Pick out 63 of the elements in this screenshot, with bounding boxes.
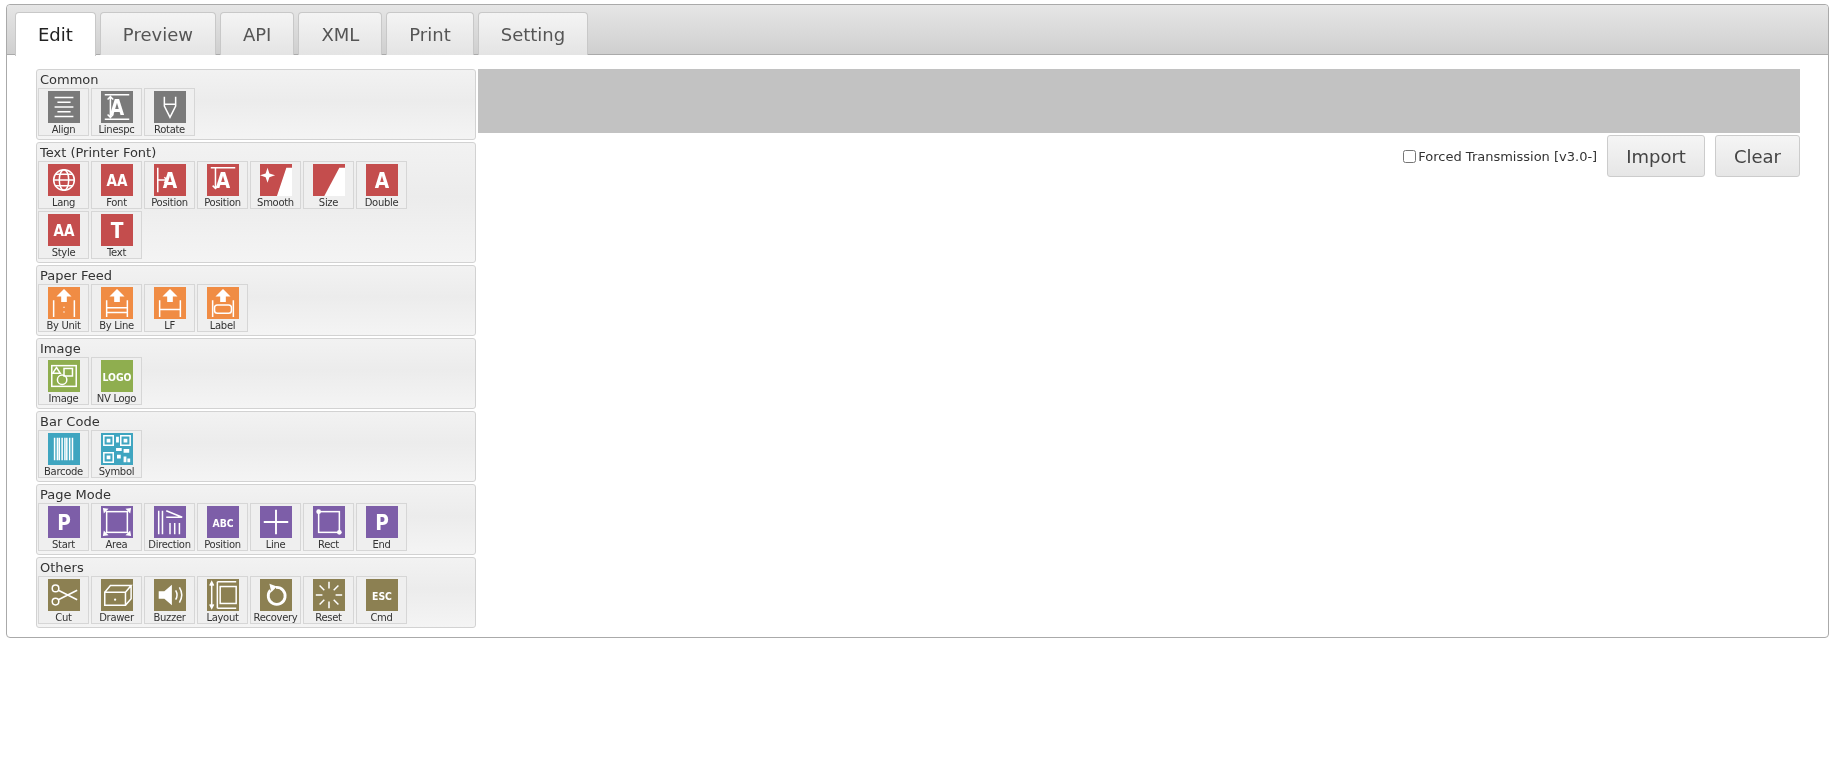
tool-button[interactable]: A Position [197,161,248,209]
tab[interactable]: Print [386,12,474,55]
tool-button[interactable]: Layout [197,576,248,624]
tool-button[interactable]: Line [250,503,301,551]
letter-icon: P [365,506,398,538]
tool-button[interactable]: A Position [144,161,195,209]
tool-button[interactable]: Cut [38,576,89,624]
tab[interactable]: API [219,12,295,55]
tool-button[interactable]: A Linespc [91,88,142,136]
tool-button[interactable]: ABC Position [197,503,248,551]
tool-button[interactable]: Area [91,503,142,551]
letter-icon: T [100,214,133,246]
group-title: Page Mode [39,487,113,503]
tool-button[interactable]: AA Font [91,161,142,209]
tool-button[interactable]: Lang [38,161,89,209]
tool-button[interactable]: P Start [38,503,89,551]
tab[interactable]: XML [298,12,383,55]
group-title: Text (Printer Font) [39,145,158,161]
letter-icon: ABC [206,506,239,538]
arrow-down-icon: A [206,164,239,196]
group-title: Image [39,341,82,357]
checkbox-label: Forced Transmission [v3.0-] [1418,148,1598,164]
tool-button[interactable]: Align [38,88,89,136]
tool-button[interactable]: By Unit [38,284,89,332]
tab[interactable]: Preview [99,12,216,55]
tool-button[interactable]: Rotate [144,88,195,136]
tool-button[interactable]: LF [144,284,195,332]
letter-icon: A [365,164,398,196]
tool-button[interactable]: By Line [91,284,142,332]
group-title: Common [39,72,100,88]
tool-button[interactable]: Reset [303,576,354,624]
tool-button[interactable]: Size [303,161,354,209]
tool-button[interactable]: AA Style [38,211,89,259]
tool-button[interactable]: Drawer [91,576,142,624]
tool-button[interactable]: A Double [356,161,407,209]
tab[interactable]: Setting [477,12,589,55]
tool-button[interactable]: Barcode [38,430,89,478]
import-button[interactable]: Import [1607,135,1705,177]
tool-button[interactable]: Rect [303,503,354,551]
letter-icon: ESC [365,579,398,611]
logo-icon: LOGO [100,360,133,392]
tool-button[interactable]: T Text [91,211,142,259]
clear-button[interactable]: Clear [1714,135,1800,177]
tool-button[interactable]: P End [356,503,407,551]
tool-button[interactable]: Symbol [91,430,142,478]
arrow-right-icon: A [153,164,186,196]
tool-button[interactable]: Direction [144,503,195,551]
letter-icon: AA [47,214,80,246]
tab[interactable]: Edit [15,12,96,56]
tool-button[interactable]: ESC Cmd [356,576,407,624]
tool-button[interactable]: Recovery [250,576,301,624]
tool-button[interactable]: LOGO NV Logo [91,357,142,405]
checkbox[interactable] [1403,149,1417,163]
font-icon: AA [100,164,133,196]
line-spacing-icon: A [100,91,133,123]
tool-button[interactable]: Image [38,357,89,405]
group-title: Others [39,560,85,576]
letter-icon: P [47,506,80,538]
group-title: Bar Code [39,414,101,430]
group-title: Paper Feed [39,268,113,284]
tool-button[interactable]: Label [197,284,248,332]
tool-button[interactable]: Buzzer [144,576,195,624]
tool-button[interactable]: Smooth [250,161,301,209]
